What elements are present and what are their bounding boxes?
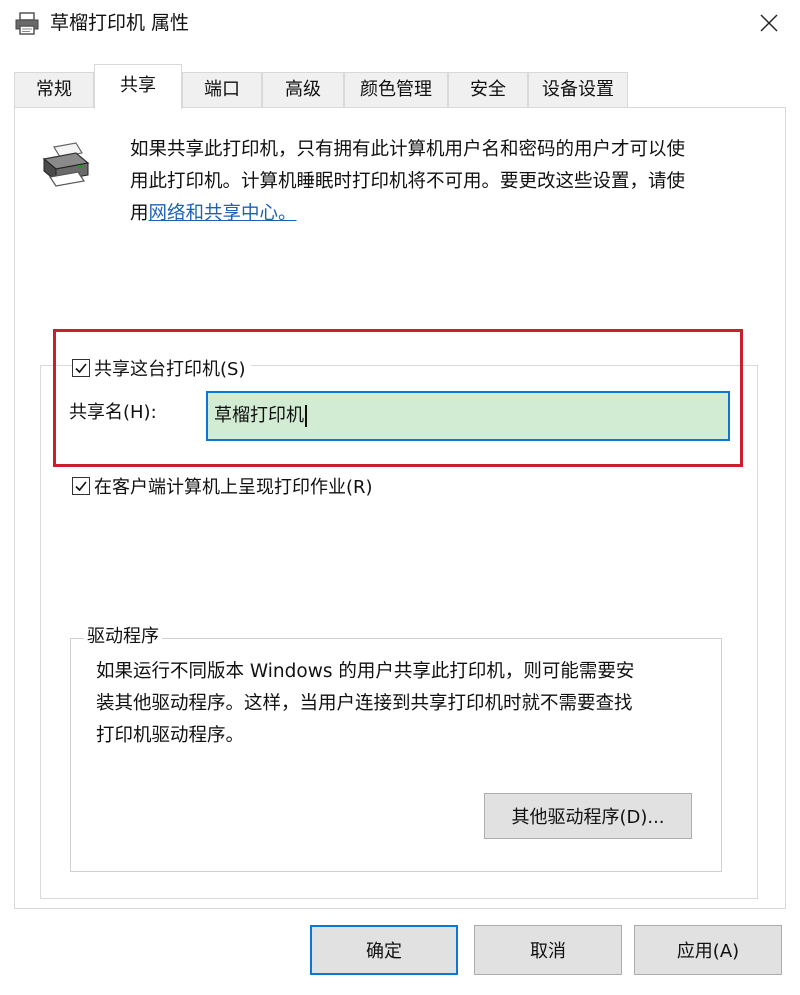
checkmark-icon <box>75 363 87 374</box>
tab-color-management[interactable]: 颜色管理 <box>344 72 448 108</box>
close-button[interactable] <box>745 4 793 42</box>
tab-advanced[interactable]: 高级 <box>262 72 344 108</box>
render-on-client-label: 在客户端计算机上呈现打印作业(R) <box>94 477 373 498</box>
description-line: 用网络和共享中心。 <box>130 198 760 230</box>
close-icon <box>760 14 778 32</box>
tab-device-settings[interactable]: 设备设置 <box>528 72 628 108</box>
drivers-description-line: 打印机驱动程序。 <box>96 725 245 746</box>
sharing-description: 如果共享此打印机，只有拥有此计算机用户名和密码的用户才可以使 用此打印机。计算机… <box>130 134 760 230</box>
additional-drivers-button[interactable]: 其他驱动程序(D)... <box>484 793 692 839</box>
checkbox-box[interactable] <box>72 477 90 495</box>
text-caret <box>305 405 307 427</box>
share-printer-checkbox[interactable]: 共享这台打印机(S) <box>72 356 252 380</box>
printer-icon <box>14 12 40 36</box>
description-line: 用此打印机。计算机睡眠时打印机将不可用。要更改这些设置，请使 <box>130 171 686 192</box>
tab-ports[interactable]: 端口 <box>182 72 262 108</box>
render-on-client-checkbox[interactable]: 在客户端计算机上呈现打印作业(R) <box>72 473 373 499</box>
title-bar: 草榴打印机 属性 <box>0 0 800 48</box>
ok-button[interactable]: 确定 <box>310 925 458 975</box>
network-sharing-center-link[interactable]: 网络和共享中心。 <box>149 203 297 224</box>
cancel-button[interactable]: 取消 <box>474 925 622 975</box>
share-printer-label: 共享这台打印机(S) <box>94 359 246 380</box>
drivers-description-line: 如果运行不同版本 Windows 的用户共享此打印机，则可能需要安 <box>96 661 635 682</box>
share-name-input[interactable]: 草榴打印机 <box>206 391 730 441</box>
apply-button[interactable]: 应用(A) <box>634 925 782 975</box>
tab-strip: 常规 共享 端口 高级 颜色管理 安全 设备设置 <box>14 64 786 109</box>
drivers-description: 如果运行不同版本 Windows 的用户共享此打印机，则可能需要安 装其他驱动程… <box>96 656 716 752</box>
checkbox-box[interactable] <box>72 359 90 377</box>
share-name-value: 草榴打印机 <box>214 405 304 426</box>
window-title: 草榴打印机 属性 <box>50 12 190 34</box>
tab-security[interactable]: 安全 <box>448 72 528 108</box>
checkmark-icon <box>75 481 87 492</box>
description-line: 如果共享此打印机，只有拥有此计算机用户名和密码的用户才可以使 <box>130 139 686 160</box>
description-prefix: 用 <box>130 203 149 224</box>
drivers-description-line: 装其他驱动程序。这样，当用户连接到共享打印机时就不需要查找 <box>96 693 633 714</box>
shared-printer-icon <box>38 141 94 191</box>
tab-sharing[interactable]: 共享 <box>94 64 182 109</box>
tab-general[interactable]: 常规 <box>14 72 94 108</box>
share-name-label: 共享名(H): <box>69 402 157 423</box>
drivers-group-title: 驱动程序 <box>84 624 162 650</box>
